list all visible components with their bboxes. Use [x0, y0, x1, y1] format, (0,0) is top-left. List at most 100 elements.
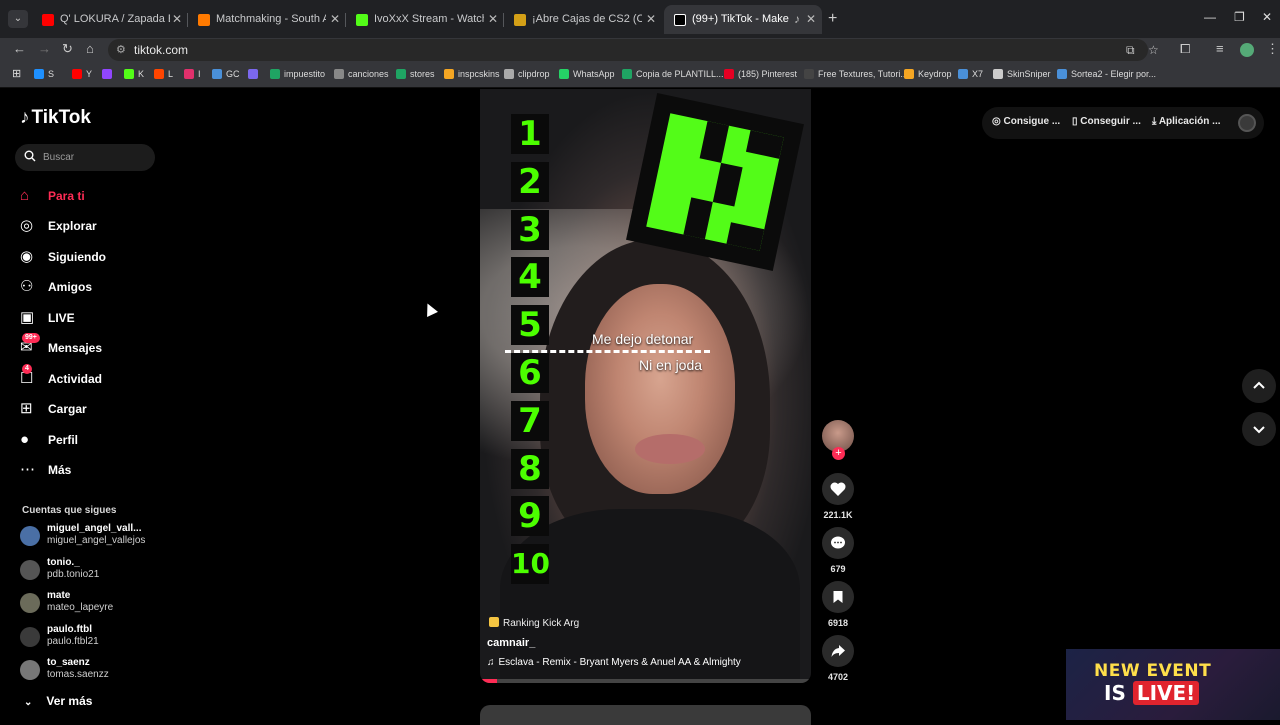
bookmark-label: GC	[226, 69, 240, 79]
media-control-icon[interactable]: ≡	[1216, 41, 1224, 56]
account-handle: miguel_angel_vallejos	[47, 535, 146, 546]
maximize-button[interactable]: ❐	[1234, 10, 1245, 24]
desktop-app-button[interactable]: ⤓ Aplicación ...	[1152, 116, 1221, 127]
tiktok-favicon-icon	[674, 14, 686, 26]
ranking-number: 6	[511, 353, 549, 393]
bookmark-item[interactable]: (185) Pinterest	[724, 69, 797, 79]
bookmark-item[interactable]: Keydrop	[904, 69, 952, 79]
bookmark-favicon-icon	[724, 69, 734, 79]
close-tab-icon[interactable]: ✕	[806, 5, 816, 34]
get-coins-button[interactable]: ◎ Consigue ...	[992, 116, 1060, 127]
followed-account[interactable]: paulo.ftbl paulo.ftbl21	[20, 624, 180, 652]
video-tag[interactable]: Ranking Kick Arg	[489, 617, 579, 629]
url-text[interactable]: tiktok.com	[134, 43, 188, 57]
browser-tab[interactable]: ¡Abre Cajas de CS2 (CS:GO), Ga ✕	[504, 5, 662, 34]
sidebar-item-cargar[interactable]: ⊞ Cargar	[20, 398, 170, 420]
bookmark-item[interactable]: clipdrop	[504, 69, 550, 79]
home-browser-icon[interactable]: ⌂	[86, 41, 94, 56]
next-video-preview[interactable]	[480, 705, 811, 725]
sidebar-item-explorar[interactable]: ◎ Explorar	[20, 215, 170, 237]
bookmark-item[interactable]: WhatsApp	[559, 69, 615, 79]
followed-account[interactable]: to_saenz tomas.saenzz	[20, 657, 180, 685]
sidebar-item-perfil[interactable]: ● Perfil	[20, 429, 170, 451]
bookmark-item[interactable]: SkinSniper	[993, 69, 1051, 79]
bookmark-item[interactable]: Y	[72, 69, 92, 79]
sidebar-item-amigos[interactable]: ⚇ Amigos	[20, 276, 170, 298]
video-progress-bar[interactable]	[480, 679, 811, 683]
bookmark-favicon-icon	[1057, 69, 1067, 79]
search-input[interactable]: Buscar	[15, 144, 155, 171]
browser-tab-active[interactable]: (99+) TikTok - Make Your Da ♪ ✕	[664, 5, 822, 34]
tiktok-logo[interactable]: ♪ TikTok	[20, 107, 91, 129]
comment-icon[interactable]	[822, 527, 854, 559]
get-app-button[interactable]: ▯ Conseguir ...	[1072, 116, 1141, 127]
video-player[interactable]: 1 2 3 4 5 6 7 8 9 10 Me dejo detonar Ni en joda R…	[480, 89, 811, 683]
back-icon[interactable]: ←	[13, 41, 26, 56]
bookmark-item[interactable]: Sortea2 - Elegir por...	[1057, 69, 1156, 79]
creator-avatar[interactable]: +	[822, 420, 854, 460]
sidebar-item-mensajes[interactable]: ✉ Mensajes 99+	[20, 333, 170, 359]
follow-plus-icon[interactable]: +	[832, 447, 845, 460]
video-username[interactable]: camnair_	[487, 637, 535, 649]
see-more-button[interactable]: ⌄ Ver más	[24, 694, 92, 708]
bookmark-item[interactable]: S	[34, 69, 54, 79]
tab-search-button[interactable]: ⌄	[8, 10, 28, 28]
bookmark-item[interactable]: GC	[212, 69, 240, 79]
new-tab-button[interactable]: +	[828, 10, 837, 28]
tiktok-page: ♪ TikTok Buscar ⌂ Para ti ◎ Explorar ◉ Siguien…	[0, 89, 1280, 725]
like-button[interactable]: 221.1K	[822, 473, 854, 520]
bookmark-star-icon[interactable]: ☆	[1148, 43, 1159, 57]
forward-icon[interactable]: →	[38, 41, 51, 56]
close-tab-icon[interactable]: ✕	[330, 5, 340, 34]
sidebar-item-actividad[interactable]: ☐ Actividad 4	[20, 364, 170, 390]
browser-tab[interactable]: IvoXxX Stream - Watch Live on ✕	[346, 5, 504, 34]
previous-video-button[interactable]	[1242, 369, 1276, 403]
close-window-button[interactable]: ✕	[1262, 10, 1272, 24]
bookmark-item[interactable]: I	[184, 69, 201, 79]
brand-text: TikTok	[31, 107, 91, 128]
bookmark-item[interactable]: inspcskins	[444, 69, 500, 79]
share-button[interactable]: 4702	[822, 635, 854, 682]
extensions-icon[interactable]: ⧠	[1180, 41, 1190, 57]
close-tab-icon[interactable]: ✕	[488, 5, 498, 34]
bookmark-item[interactable]: L	[154, 69, 173, 79]
followed-account[interactable]: tonio._ pdb.tonio21	[20, 557, 180, 585]
save-button[interactable]: 6918	[822, 581, 854, 628]
browser-tab[interactable]: Matchmaking - South America ✕	[188, 5, 346, 34]
sidebar-item-live[interactable]: ▣ LIVE	[20, 307, 170, 329]
bookmark-item[interactable]: K	[124, 69, 144, 79]
profile-avatar-icon[interactable]	[1240, 43, 1254, 57]
bookmark-item[interactable]: impuestito	[270, 69, 325, 79]
site-info-icon[interactable]: ⚙	[116, 43, 126, 56]
minimize-button[interactable]: —	[1204, 10, 1216, 24]
browser-menu-icon[interactable]: ⋮	[1266, 41, 1279, 57]
bookmark-item[interactable]: X7	[958, 69, 983, 79]
bookmark-item[interactable]: stores	[396, 69, 435, 79]
bookmark-icon[interactable]	[822, 581, 854, 613]
close-tab-icon[interactable]: ✕	[172, 5, 182, 34]
close-tab-icon[interactable]: ✕	[646, 5, 656, 34]
apps-grid-icon[interactable]: ⊞	[12, 67, 21, 80]
bookmark-item[interactable]: canciones	[334, 69, 389, 79]
install-app-icon[interactable]: ⧉	[1126, 43, 1135, 58]
address-bar[interactable]: ⚙ tiktok.com ⧉ ☆	[108, 39, 1159, 61]
heart-icon[interactable]	[822, 473, 854, 505]
sidebar-item-siguiendo[interactable]: ◉ Siguiendo	[20, 246, 170, 268]
followed-account[interactable]: mate mateo_lapeyre	[20, 590, 180, 618]
notification-badge: 99+	[22, 333, 40, 343]
avatar	[20, 526, 40, 546]
video-song[interactable]: ♫ Esclava - Remix - Bryant Myers & Anuel …	[487, 657, 741, 668]
bookmark-item[interactable]: Free Textures, Tutori...	[804, 69, 908, 79]
followed-account[interactable]: miguel_angel_vall... miguel_angel_vallejo…	[20, 523, 180, 551]
profile-avatar[interactable]	[1238, 114, 1256, 132]
sidebar-item-para-ti[interactable]: ⌂ Para ti	[20, 185, 170, 207]
bookmark-item[interactable]: Copia de PLANTILL...	[622, 69, 724, 79]
speaker-icon[interactable]: ♪	[794, 5, 800, 34]
tab-title: (99+) TikTok - Make Your Da	[692, 13, 792, 25]
next-video-button[interactable]	[1242, 412, 1276, 446]
comment-button[interactable]: 679	[822, 527, 854, 574]
reload-icon[interactable]: ↻	[62, 41, 73, 57]
share-icon[interactable]	[822, 635, 854, 667]
sidebar-item-m-s[interactable]: ⋯ Más	[20, 459, 170, 481]
browser-tab[interactable]: Q' LOKURA / Zapada EN VIVO c ✕	[32, 5, 188, 34]
